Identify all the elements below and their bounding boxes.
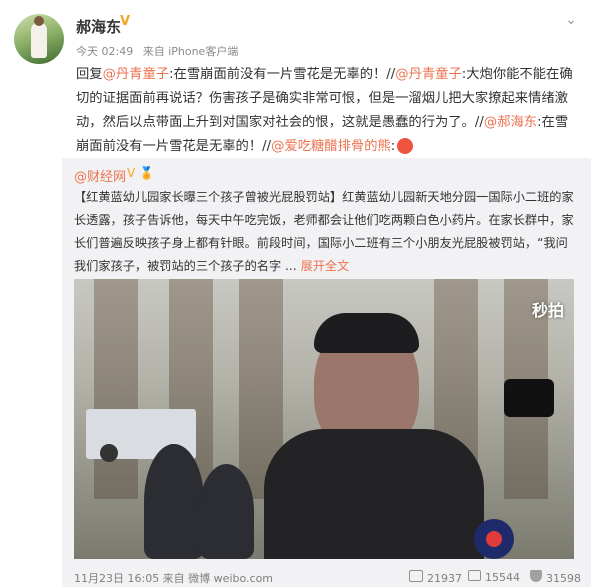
repost-badges: V 🏅	[127, 166, 154, 180]
chevron-down-icon[interactable]: ⌄	[565, 12, 577, 28]
person-jacket	[264, 429, 484, 559]
angry-emoji-icon	[397, 138, 414, 154]
repost-text: 【红黄蓝幼儿园家长曝三个孩子曾被光屁股罚站】红黄蓝幼儿园新天地分园一国际小二班的…	[74, 186, 579, 278]
comment-count-value: 15544	[485, 571, 520, 584]
miaopai-watermark: 秒拍	[531, 301, 564, 320]
post-source: 来自 iPhone客户端	[142, 45, 239, 58]
wheel-shape	[100, 444, 118, 462]
post-timestamp[interactable]: 今天 02:49	[76, 45, 133, 58]
avatar-figure	[31, 16, 47, 58]
repost-footer: 11月23日 16:05 来自 微博 weibo.com 21937 15544…	[74, 570, 581, 586]
share-icon	[409, 570, 423, 582]
comment-icon	[468, 570, 481, 581]
post-text: 回复@丹青童子:在雪崩面前没有一片雪花是无辜的！//@丹青童子:大炮你能不能在确…	[76, 63, 576, 159]
post-meta: 今天 02:49 来自 iPhone客户端	[76, 43, 244, 59]
person-shape	[199, 464, 254, 559]
person-shape	[144, 444, 204, 559]
comment-count[interactable]: 15544	[468, 570, 520, 584]
repost-date[interactable]: 11月23日 16:05 来自 微博 weibo.com	[74, 570, 273, 586]
like-icon	[530, 570, 542, 582]
mention-link[interactable]: @丹青童子	[395, 67, 461, 82]
mention-link[interactable]: @爱吃糖醋排骨的熊	[271, 139, 391, 154]
share-count[interactable]: 21937	[409, 570, 462, 585]
video-thumbnail[interactable]: 秒拍	[74, 279, 574, 559]
repost-author[interactable]: @财经网	[74, 166, 126, 185]
expand-text-link[interactable]: 展开全文	[301, 259, 350, 273]
post-text-part: :	[390, 139, 396, 154]
microphone-icon	[474, 519, 514, 559]
post-text-part: 回复	[76, 67, 103, 82]
verified-badge: V	[120, 14, 131, 29]
share-count-value: 21937	[427, 572, 462, 585]
repost-card: @财经网 V 🏅 【红黄蓝幼儿园家长曝三个孩子曾被光屁股罚站】红黄蓝幼儿园新天地…	[62, 158, 591, 587]
tree-shape	[94, 279, 138, 499]
post-text-part: :在雪崩面前没有一片雪花是无辜的！//	[169, 67, 396, 82]
mention-link[interactable]: @丹青童子	[103, 67, 169, 82]
author-name[interactable]: 郝海东	[76, 16, 121, 37]
camera-shape	[504, 379, 554, 417]
mention-link[interactable]: @郝海东	[484, 115, 537, 130]
avatar[interactable]	[14, 14, 64, 64]
like-count[interactable]: 31598	[530, 570, 581, 585]
like-count-value: 31598	[546, 572, 581, 585]
